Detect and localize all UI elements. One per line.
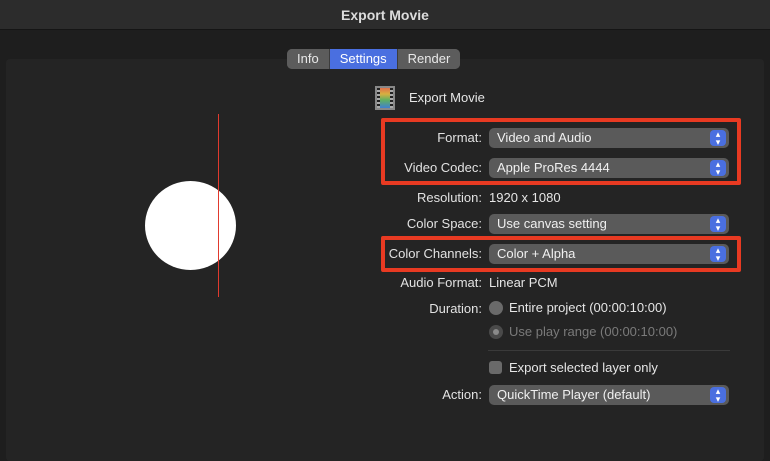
resolution-label: Resolution: <box>416 190 482 205</box>
export-selected-checkbox[interactable] <box>489 361 502 374</box>
tab-info[interactable]: Info <box>287 49 330 69</box>
duration-label: Duration: <box>429 301 482 316</box>
divider <box>488 350 730 351</box>
entire-project-radio[interactable] <box>489 301 503 315</box>
export-selected-label[interactable]: Export selected layer only <box>509 360 658 376</box>
export-header-label: Export Movie <box>409 90 485 105</box>
audio-format-value: Linear PCM <box>489 275 558 290</box>
color-space-value: Use canvas setting <box>497 216 607 231</box>
window-title: Export Movie <box>341 7 429 23</box>
title-bar: Export Movie <box>0 0 770 30</box>
play-range-label: Use play range (00:00:10:00) <box>509 324 678 339</box>
audio-format-label: Audio Format: <box>400 275 482 290</box>
tab-render[interactable]: Render <box>397 49 461 69</box>
resolution-value: 1920 x 1080 <box>489 190 561 205</box>
highlight-box-format-codec <box>381 118 741 185</box>
play-range-radio <box>489 325 503 339</box>
action-value: QuickTime Player (default) <box>497 387 651 402</box>
tab-bar: Info Settings Render <box>287 49 461 69</box>
color-space-label: Color Space: <box>406 216 482 231</box>
film-strip-icon <box>375 86 395 110</box>
chevron-updown-icon: ▴ ▾ <box>710 216 726 233</box>
chevron-updown-icon: ▴ ▾ <box>710 387 726 404</box>
highlight-box-color-channels <box>381 236 741 272</box>
entire-project-label[interactable]: Entire project (00:00:10:00) <box>509 300 667 316</box>
tab-settings[interactable]: Settings <box>329 49 398 69</box>
action-label: Action: <box>442 387 482 402</box>
action-select[interactable]: QuickTime Player (default) ▴ ▾ <box>489 385 729 405</box>
color-space-select[interactable]: Use canvas setting ▴ ▾ <box>489 214 729 234</box>
